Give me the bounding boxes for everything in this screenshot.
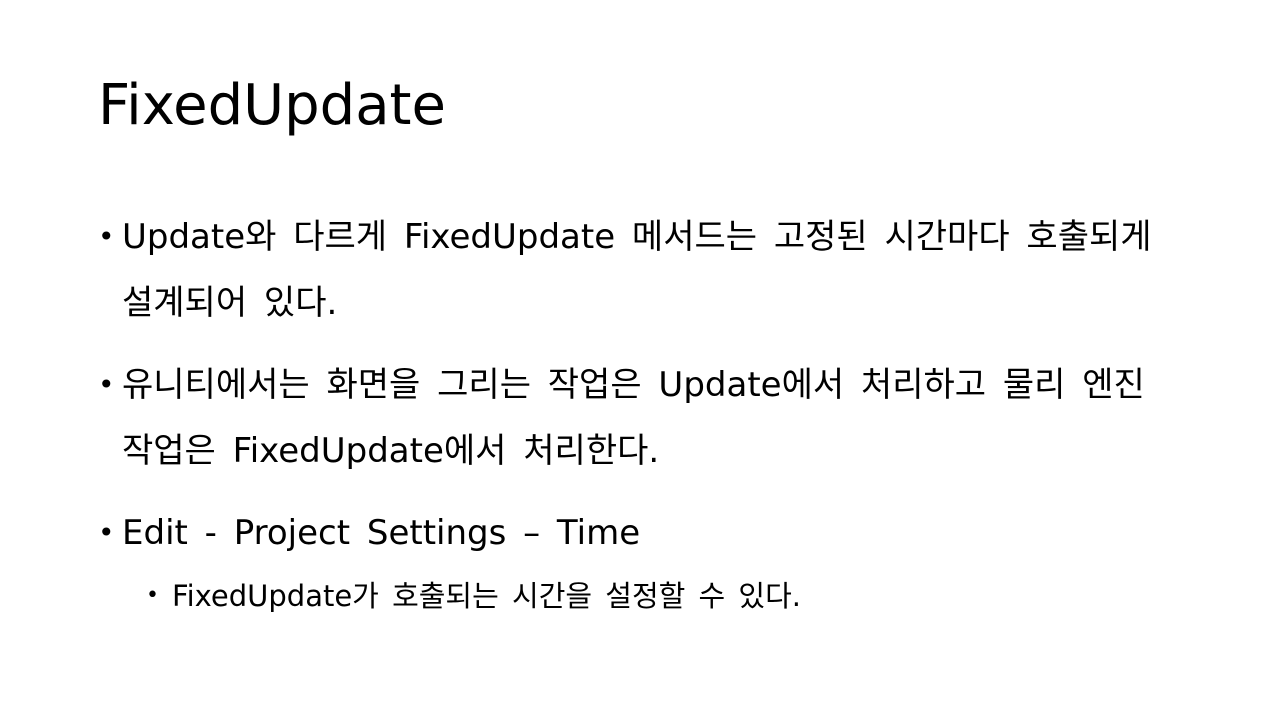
bullet-dot-icon: • [98, 368, 115, 401]
sub-bullet-dot-icon: • [146, 583, 159, 608]
bullet-text: Update와 다르게 FixedUpdate 메서드는 고정된 시간마다 호출… [122, 217, 1152, 323]
bullet-dot-icon: • [98, 220, 115, 253]
bullet-text: Edit - Project Settings – Time [122, 513, 641, 553]
bullet-item: • Edit - Project Settings – Time • Fixed… [98, 500, 1180, 622]
bullet-dot-icon: • [98, 516, 115, 549]
sub-bullet-item: • FixedUpdate가 호출되는 시간을 설정할 수 있다. [146, 570, 1180, 622]
bullet-text: 유니티에서는 화면을 그리는 작업은 Update에서 처리하고 물리 엔진 작… [122, 365, 1145, 471]
bullet-item: • 유니티에서는 화면을 그리는 작업은 Update에서 처리하고 물리 엔진… [98, 352, 1180, 484]
slide-title: FixedUpdate [98, 73, 446, 138]
bullet-item: • Update와 다르게 FixedUpdate 메서드는 고정된 시간마다 … [98, 204, 1180, 336]
bullet-list: • Update와 다르게 FixedUpdate 메서드는 고정된 시간마다 … [98, 204, 1180, 622]
sub-bullet-list: • FixedUpdate가 호출되는 시간을 설정할 수 있다. [122, 570, 1180, 622]
slide: FixedUpdate • Update와 다르게 FixedUpdate 메서… [0, 0, 1280, 720]
sub-bullet-text: FixedUpdate가 호출되는 시간을 설정할 수 있다. [172, 579, 802, 613]
